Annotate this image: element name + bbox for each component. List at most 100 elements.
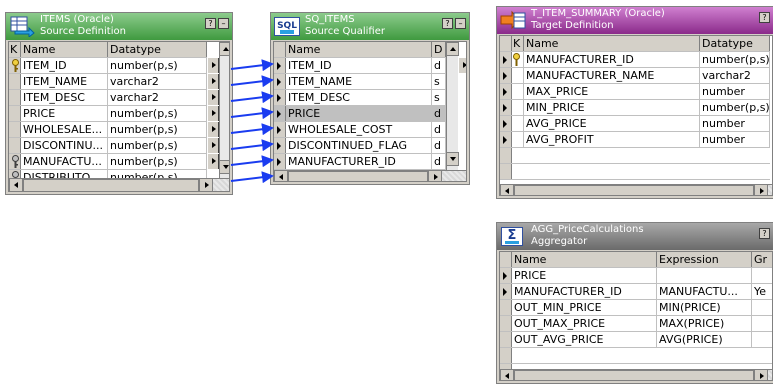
link-item-id[interactable] bbox=[230, 59, 274, 72]
target-title-bar[interactable]: T_ITEM_SUMMARY (Oracle) Target Definitio… bbox=[497, 7, 773, 34]
source-definition-items[interactable]: ITEMS (Oracle) Source Definition ? – K N… bbox=[5, 12, 233, 195]
input-port-marker[interactable] bbox=[500, 84, 512, 99]
input-port-marker[interactable] bbox=[500, 132, 512, 147]
scroll-left-arrow[interactable] bbox=[274, 170, 288, 181]
input-port-marker[interactable] bbox=[500, 52, 512, 67]
source-qualifier-sq-items[interactable]: SQL SQ_ITEMS Source Qualifier ? – Name D… bbox=[270, 12, 470, 185]
output-port-button[interactable] bbox=[207, 122, 219, 137]
input-port-marker[interactable] bbox=[500, 284, 512, 299]
input-port-marker[interactable] bbox=[274, 90, 286, 105]
input-port-marker[interactable] bbox=[274, 58, 286, 73]
name-column-header[interactable]: Name bbox=[21, 42, 108, 57]
table-row[interactable]: MANUFACTURER_ID MANUFACTU... Ye bbox=[500, 284, 772, 300]
table-row[interactable]: DISCONTINUED_FLAG d bbox=[274, 138, 446, 154]
input-port-marker[interactable] bbox=[500, 68, 512, 83]
table-row[interactable]: OUT_AVG_PRICE AVG(PRICE) bbox=[500, 332, 772, 348]
table-row[interactable]: MANUFACTURER_ID d bbox=[274, 154, 446, 170]
aggregator-agg-pricecalculations[interactable]: Σ AGG_PriceCalculations Aggregator ? Nam… bbox=[496, 222, 773, 384]
key-column-header[interactable]: K bbox=[512, 36, 524, 51]
vertical-scrollbar[interactable] bbox=[219, 42, 229, 178]
input-port-marker[interactable] bbox=[500, 100, 512, 115]
table-row[interactable]: PRICE bbox=[500, 268, 772, 284]
scroll-right-arrow[interactable] bbox=[428, 170, 442, 181]
table-row[interactable]: AVG_PROFIT number bbox=[500, 132, 770, 148]
aggregator-title-bar[interactable]: Σ AGG_PriceCalculations Aggregator ? bbox=[497, 223, 773, 250]
table-row[interactable]: ITEM_NAME s bbox=[274, 74, 446, 90]
table-row[interactable]: MANUFACTU... number(p,s) bbox=[9, 154, 207, 170]
table-row-selected[interactable]: PRICE d bbox=[274, 106, 446, 122]
name-column-header[interactable]: Name bbox=[286, 42, 432, 57]
table-row[interactable]: OUT_MAX_PRICE MAX(PRICE) bbox=[500, 316, 772, 332]
table-row[interactable]: DISCONTINU... number(p,s) bbox=[9, 138, 207, 154]
output-port-button[interactable] bbox=[207, 74, 219, 89]
name-column-header[interactable]: Name bbox=[524, 36, 700, 51]
table-row[interactable]: ITEM_DESC varchar2 bbox=[9, 90, 207, 106]
input-port-marker[interactable] bbox=[274, 106, 286, 121]
link-manufacturer-id[interactable] bbox=[230, 155, 274, 168]
link-distributor[interactable] bbox=[230, 171, 274, 184]
scroll-down-arrow[interactable] bbox=[219, 160, 229, 174]
source-title-bar[interactable]: ITEMS (Oracle) Source Definition ? – bbox=[6, 13, 232, 40]
scroll-left-arrow[interactable] bbox=[9, 178, 23, 191]
scroll-thumb[interactable] bbox=[288, 171, 428, 181]
help-button[interactable]: ? bbox=[442, 18, 453, 29]
datatype-column-header[interactable]: Datatype bbox=[108, 42, 207, 57]
qualifier-title-bar[interactable]: SQL SQ_ITEMS Source Qualifier ? – bbox=[271, 13, 469, 40]
table-row[interactable]: MANUFACTURER_ID number(p,s) bbox=[500, 52, 770, 68]
scroll-down-arrow[interactable] bbox=[446, 152, 459, 166]
scroll-up-arrow[interactable] bbox=[446, 42, 459, 56]
groupby-column-header[interactable]: Gr bbox=[752, 252, 772, 267]
table-row[interactable]: WHOLESALE... number(p,s) bbox=[9, 122, 207, 138]
link-price[interactable] bbox=[230, 107, 274, 120]
datatype-column-header[interactable]: Datatype bbox=[700, 36, 770, 51]
table-row[interactable]: ITEM_ID d bbox=[274, 58, 446, 74]
output-port-button[interactable] bbox=[207, 138, 219, 153]
table-row[interactable]: MIN_PRICE number(p,s) bbox=[500, 100, 770, 116]
datatype-column-header[interactable]: D bbox=[432, 42, 446, 57]
key-column-header[interactable]: K bbox=[9, 42, 21, 57]
scroll-thumb[interactable] bbox=[23, 179, 199, 191]
table-row[interactable]: MANUFACTURER_NAME varchar2 bbox=[500, 68, 770, 84]
input-port-marker[interactable] bbox=[274, 122, 286, 137]
link-item-desc[interactable] bbox=[230, 91, 274, 104]
table-row[interactable]: OUT_MIN_PRICE MIN(PRICE) bbox=[500, 300, 772, 316]
scroll-left-arrow[interactable] bbox=[500, 369, 514, 380]
table-row[interactable]: ITEM_ID number(p,s) bbox=[9, 58, 207, 74]
table-row[interactable]: MAX_PRICE number bbox=[500, 84, 770, 100]
vertical-scrollbar[interactable] bbox=[446, 42, 459, 170]
input-port-marker[interactable] bbox=[274, 154, 286, 169]
minimize-button[interactable]: – bbox=[218, 18, 229, 29]
output-port-button[interactable] bbox=[458, 58, 466, 73]
table-row[interactable]: WHOLESALE_COST d bbox=[274, 122, 446, 138]
scroll-right-arrow[interactable] bbox=[754, 369, 768, 380]
output-port-button[interactable] bbox=[207, 106, 219, 121]
input-port-marker[interactable] bbox=[500, 268, 512, 283]
scroll-right-arrow[interactable] bbox=[754, 184, 768, 195]
help-button[interactable]: ? bbox=[205, 18, 216, 29]
table-row[interactable]: ITEM_NAME varchar2 bbox=[9, 74, 207, 90]
horizontal-scrollbar[interactable] bbox=[9, 178, 229, 191]
horizontal-scrollbar[interactable] bbox=[500, 369, 772, 380]
input-port-marker[interactable] bbox=[500, 116, 512, 131]
help-button[interactable]: ? bbox=[759, 228, 770, 239]
horizontal-scrollbar[interactable] bbox=[274, 170, 466, 181]
table-row[interactable]: ITEM_DESC s bbox=[274, 90, 446, 106]
link-discontinued-flag[interactable] bbox=[230, 139, 274, 152]
minimize-button[interactable]: – bbox=[455, 18, 466, 29]
horizontal-scrollbar[interactable] bbox=[500, 184, 772, 195]
help-button[interactable]: ? bbox=[759, 12, 770, 23]
input-port-marker[interactable] bbox=[274, 138, 286, 153]
scroll-thumb[interactable] bbox=[514, 370, 754, 380]
table-row[interactable]: AVG_PRICE number bbox=[500, 116, 770, 132]
output-port-button[interactable] bbox=[207, 58, 219, 73]
name-column-header[interactable]: Name bbox=[512, 252, 657, 267]
expression-column-header[interactable]: Expression bbox=[657, 252, 752, 267]
table-row[interactable]: PRICE number(p,s) bbox=[9, 106, 207, 122]
link-item-name[interactable] bbox=[230, 75, 274, 88]
input-port-marker[interactable] bbox=[274, 74, 286, 89]
scroll-left-arrow[interactable] bbox=[500, 184, 514, 195]
link-wholesale-cost[interactable] bbox=[230, 123, 274, 136]
scroll-up-arrow[interactable] bbox=[219, 42, 229, 56]
scroll-right-arrow[interactable] bbox=[199, 178, 213, 191]
output-port-button[interactable] bbox=[207, 154, 219, 169]
